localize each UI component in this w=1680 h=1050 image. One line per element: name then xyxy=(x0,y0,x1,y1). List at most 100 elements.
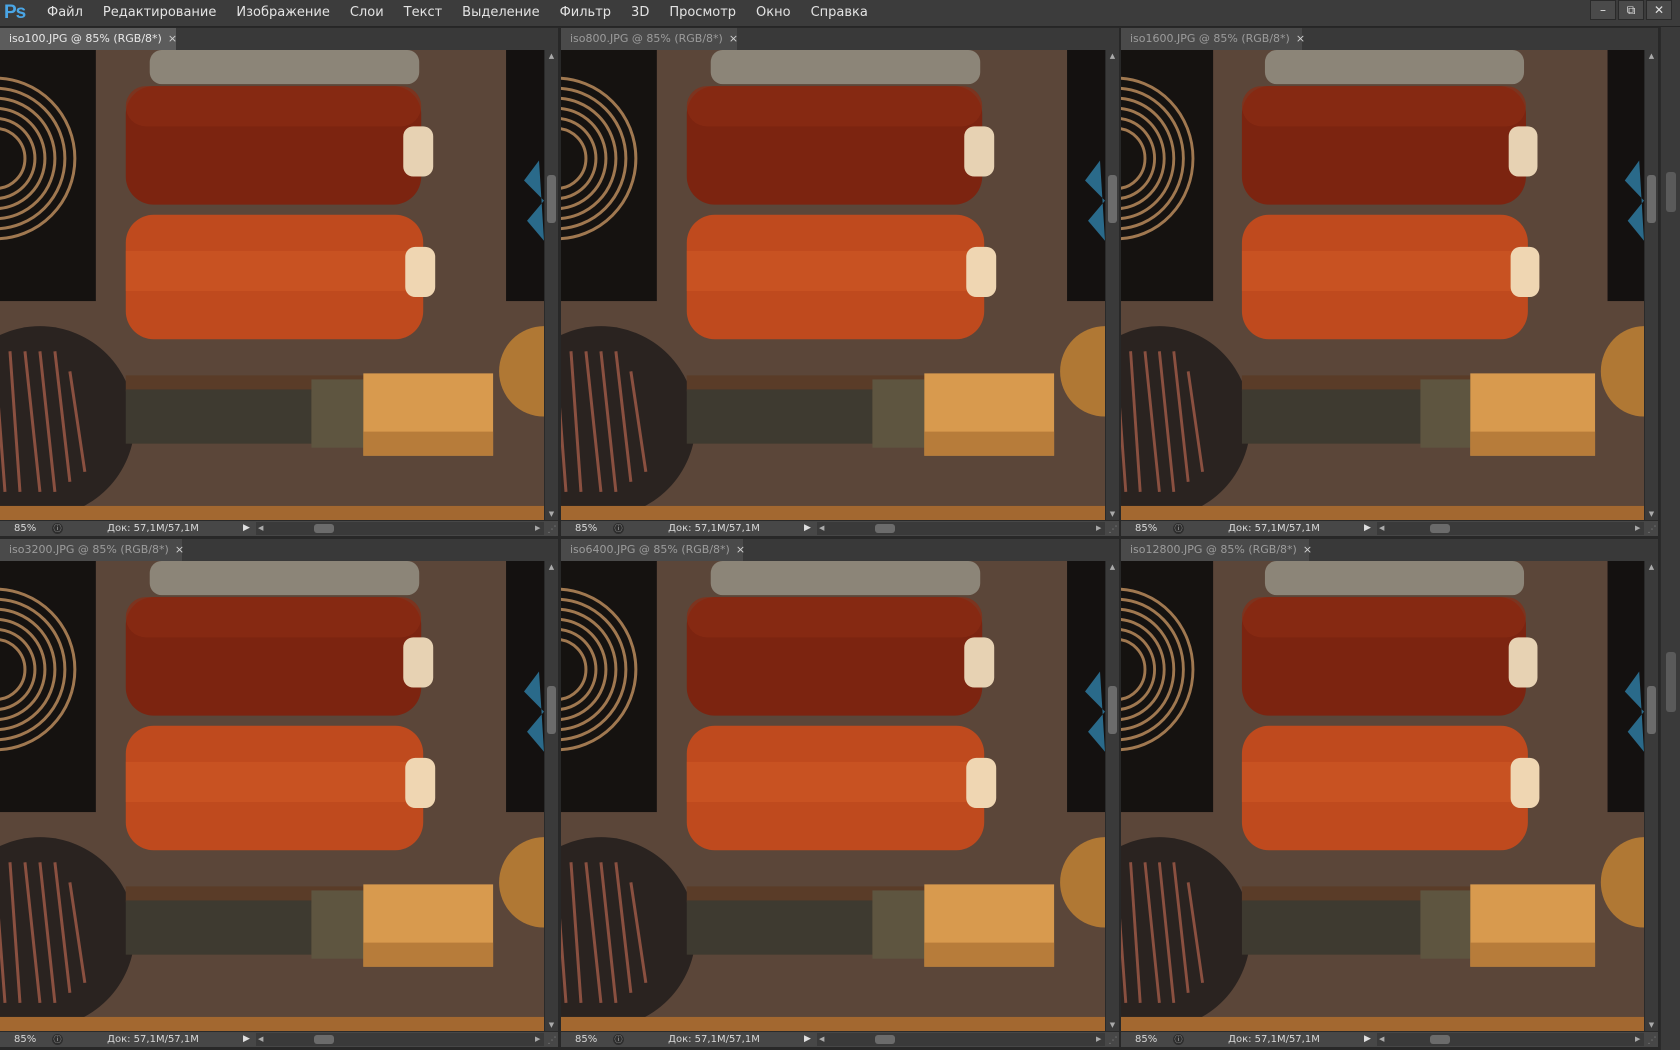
scroll-down-icon[interactable]: ▼ xyxy=(1106,1019,1119,1031)
resize-grip-icon[interactable]: ⋰ xyxy=(546,1035,558,1047)
resize-grip-icon[interactable]: ⋰ xyxy=(546,524,558,536)
vertical-scrollbar[interactable]: ▲ ▼ xyxy=(1105,50,1119,520)
scroll-left-icon[interactable]: ◀ xyxy=(819,522,824,535)
horizontal-scrollbar[interactable]: ◀ ▶ xyxy=(817,1033,1105,1046)
scroll-down-icon[interactable]: ▼ xyxy=(545,508,558,520)
horizontal-scroll-thumb[interactable] xyxy=(314,524,334,533)
horizontal-scroll-thumb[interactable] xyxy=(875,524,895,533)
document-tab[interactable]: iso3200.JPG @ 85% (RGB/8*) × xyxy=(0,539,184,561)
scroll-right-icon[interactable]: ▶ xyxy=(1096,1033,1101,1046)
document-canvas[interactable] xyxy=(0,50,544,520)
scroll-down-icon[interactable]: ▼ xyxy=(1106,508,1119,520)
vertical-scrollbar[interactable]: ▲ ▼ xyxy=(1644,50,1658,520)
scroll-left-icon[interactable]: ◀ xyxy=(1379,1033,1384,1046)
status-menu-play-icon[interactable]: ▶ xyxy=(804,1032,811,1047)
scroll-up-icon[interactable]: ▲ xyxy=(1106,50,1119,62)
tab-close-icon[interactable]: × xyxy=(1303,543,1312,556)
tab-close-icon[interactable]: × xyxy=(1296,32,1305,45)
menu-type[interactable]: Текст xyxy=(394,0,453,26)
scroll-left-icon[interactable]: ◀ xyxy=(258,1033,263,1046)
document-tab[interactable]: iso1600.JPG @ 85% (RGB/8*) × xyxy=(1121,28,1305,50)
resize-grip-icon[interactable]: ⋰ xyxy=(1646,1035,1658,1047)
tab-close-icon[interactable]: × xyxy=(168,32,177,45)
close-icon[interactable]: ✕ xyxy=(1646,0,1672,20)
menu-select[interactable]: Выделение xyxy=(452,0,549,26)
horizontal-scrollbar[interactable]: ◀ ▶ xyxy=(256,1033,544,1046)
zoom-field[interactable]: 85% xyxy=(1121,1032,1175,1047)
horizontal-scroll-thumb[interactable] xyxy=(1430,524,1450,533)
document-tab[interactable]: iso12800.JPG @ 85% (RGB/8*) × xyxy=(1121,539,1312,561)
scroll-right-icon[interactable]: ▶ xyxy=(1635,522,1640,535)
scroll-up-icon[interactable]: ▲ xyxy=(1645,561,1658,573)
status-menu-play-icon[interactable]: ▶ xyxy=(804,521,811,536)
tab-close-icon[interactable]: × xyxy=(736,543,745,556)
scroll-right-icon[interactable]: ▶ xyxy=(535,1033,540,1046)
horizontal-scrollbar[interactable]: ◀ ▶ xyxy=(817,522,1105,535)
menu-file[interactable]: Файл xyxy=(37,0,93,26)
resize-grip-icon[interactable]: ⋰ xyxy=(1107,1035,1119,1047)
vertical-scroll-thumb[interactable] xyxy=(1108,175,1117,223)
document-canvas[interactable] xyxy=(1121,50,1644,520)
scroll-left-icon[interactable]: ◀ xyxy=(258,522,263,535)
tab-close-icon[interactable]: × xyxy=(729,32,738,45)
zoom-field[interactable]: 85% xyxy=(0,521,54,536)
horizontal-scroll-thumb[interactable] xyxy=(314,1035,334,1044)
vertical-scrollbar[interactable]: ▲ ▼ xyxy=(544,50,558,520)
status-menu-play-icon[interactable]: ▶ xyxy=(1364,1032,1371,1047)
menu-help[interactable]: Справка xyxy=(801,0,878,26)
zoom-field[interactable]: 85% xyxy=(561,1032,615,1047)
menu-layers[interactable]: Слои xyxy=(340,0,394,26)
horizontal-scrollbar[interactable]: ◀ ▶ xyxy=(1377,1033,1644,1046)
vertical-scrollbar[interactable]: ▲ ▼ xyxy=(544,561,558,1031)
resize-grip-icon[interactable]: ⋰ xyxy=(1646,524,1658,536)
status-info-icon[interactable]: ⓘ xyxy=(52,523,63,534)
tab-close-icon[interactable]: × xyxy=(175,543,184,556)
status-info-icon[interactable]: ⓘ xyxy=(1173,523,1184,534)
scroll-down-icon[interactable]: ▼ xyxy=(545,1019,558,1031)
document-tab[interactable]: iso100.JPG @ 85% (RGB/8*) × xyxy=(0,28,177,50)
restore-icon[interactable]: ⧉ xyxy=(1618,0,1644,20)
scroll-left-icon[interactable]: ◀ xyxy=(1379,522,1384,535)
document-canvas[interactable] xyxy=(1121,561,1644,1031)
vertical-scroll-thumb[interactable] xyxy=(1108,686,1117,734)
horizontal-scrollbar[interactable]: ◀ ▶ xyxy=(256,522,544,535)
vertical-scroll-thumb[interactable] xyxy=(547,175,556,223)
horizontal-scrollbar[interactable]: ◀ ▶ xyxy=(1377,522,1644,535)
horizontal-scroll-thumb[interactable] xyxy=(875,1035,895,1044)
minimize-icon[interactable]: – xyxy=(1590,0,1616,20)
vertical-scrollbar[interactable]: ▲ ▼ xyxy=(1105,561,1119,1031)
status-menu-play-icon[interactable]: ▶ xyxy=(1364,521,1371,536)
scroll-up-icon[interactable]: ▲ xyxy=(1106,561,1119,573)
status-menu-play-icon[interactable]: ▶ xyxy=(243,521,250,536)
document-canvas[interactable] xyxy=(561,50,1105,520)
status-info-icon[interactable]: ⓘ xyxy=(1173,1034,1184,1045)
menu-filter[interactable]: Фильтр xyxy=(550,0,621,26)
status-info-icon[interactable]: ⓘ xyxy=(52,1034,63,1045)
right-dock-scrollbar[interactable] xyxy=(1660,27,1680,1050)
scroll-right-icon[interactable]: ▶ xyxy=(1635,1033,1640,1046)
vertical-scroll-thumb[interactable] xyxy=(1647,686,1656,734)
scroll-right-icon[interactable]: ▶ xyxy=(535,522,540,535)
scroll-down-icon[interactable]: ▼ xyxy=(1645,1019,1658,1031)
status-menu-play-icon[interactable]: ▶ xyxy=(243,1032,250,1047)
document-tab[interactable]: iso800.JPG @ 85% (RGB/8*) × xyxy=(561,28,738,50)
scroll-up-icon[interactable]: ▲ xyxy=(545,50,558,62)
document-canvas[interactable] xyxy=(561,561,1105,1031)
document-canvas[interactable] xyxy=(0,561,544,1031)
scroll-up-icon[interactable]: ▲ xyxy=(1645,50,1658,62)
zoom-field[interactable]: 85% xyxy=(561,521,615,536)
status-info-icon[interactable]: ⓘ xyxy=(613,1034,624,1045)
zoom-field[interactable]: 85% xyxy=(0,1032,54,1047)
horizontal-scroll-thumb[interactable] xyxy=(1430,1035,1450,1044)
vertical-scroll-thumb[interactable] xyxy=(1647,175,1656,223)
zoom-field[interactable]: 85% xyxy=(1121,521,1175,536)
vertical-scrollbar[interactable]: ▲ ▼ xyxy=(1644,561,1658,1031)
scroll-left-icon[interactable]: ◀ xyxy=(819,1033,824,1046)
menu-image[interactable]: Изображение xyxy=(226,0,339,26)
vertical-scroll-thumb[interactable] xyxy=(547,686,556,734)
dock-scroll-thumb-top[interactable] xyxy=(1666,172,1676,212)
menu-window[interactable]: Окно xyxy=(746,0,801,26)
status-info-icon[interactable]: ⓘ xyxy=(613,523,624,534)
menu-view[interactable]: Просмотр xyxy=(659,0,746,26)
scroll-down-icon[interactable]: ▼ xyxy=(1645,508,1658,520)
